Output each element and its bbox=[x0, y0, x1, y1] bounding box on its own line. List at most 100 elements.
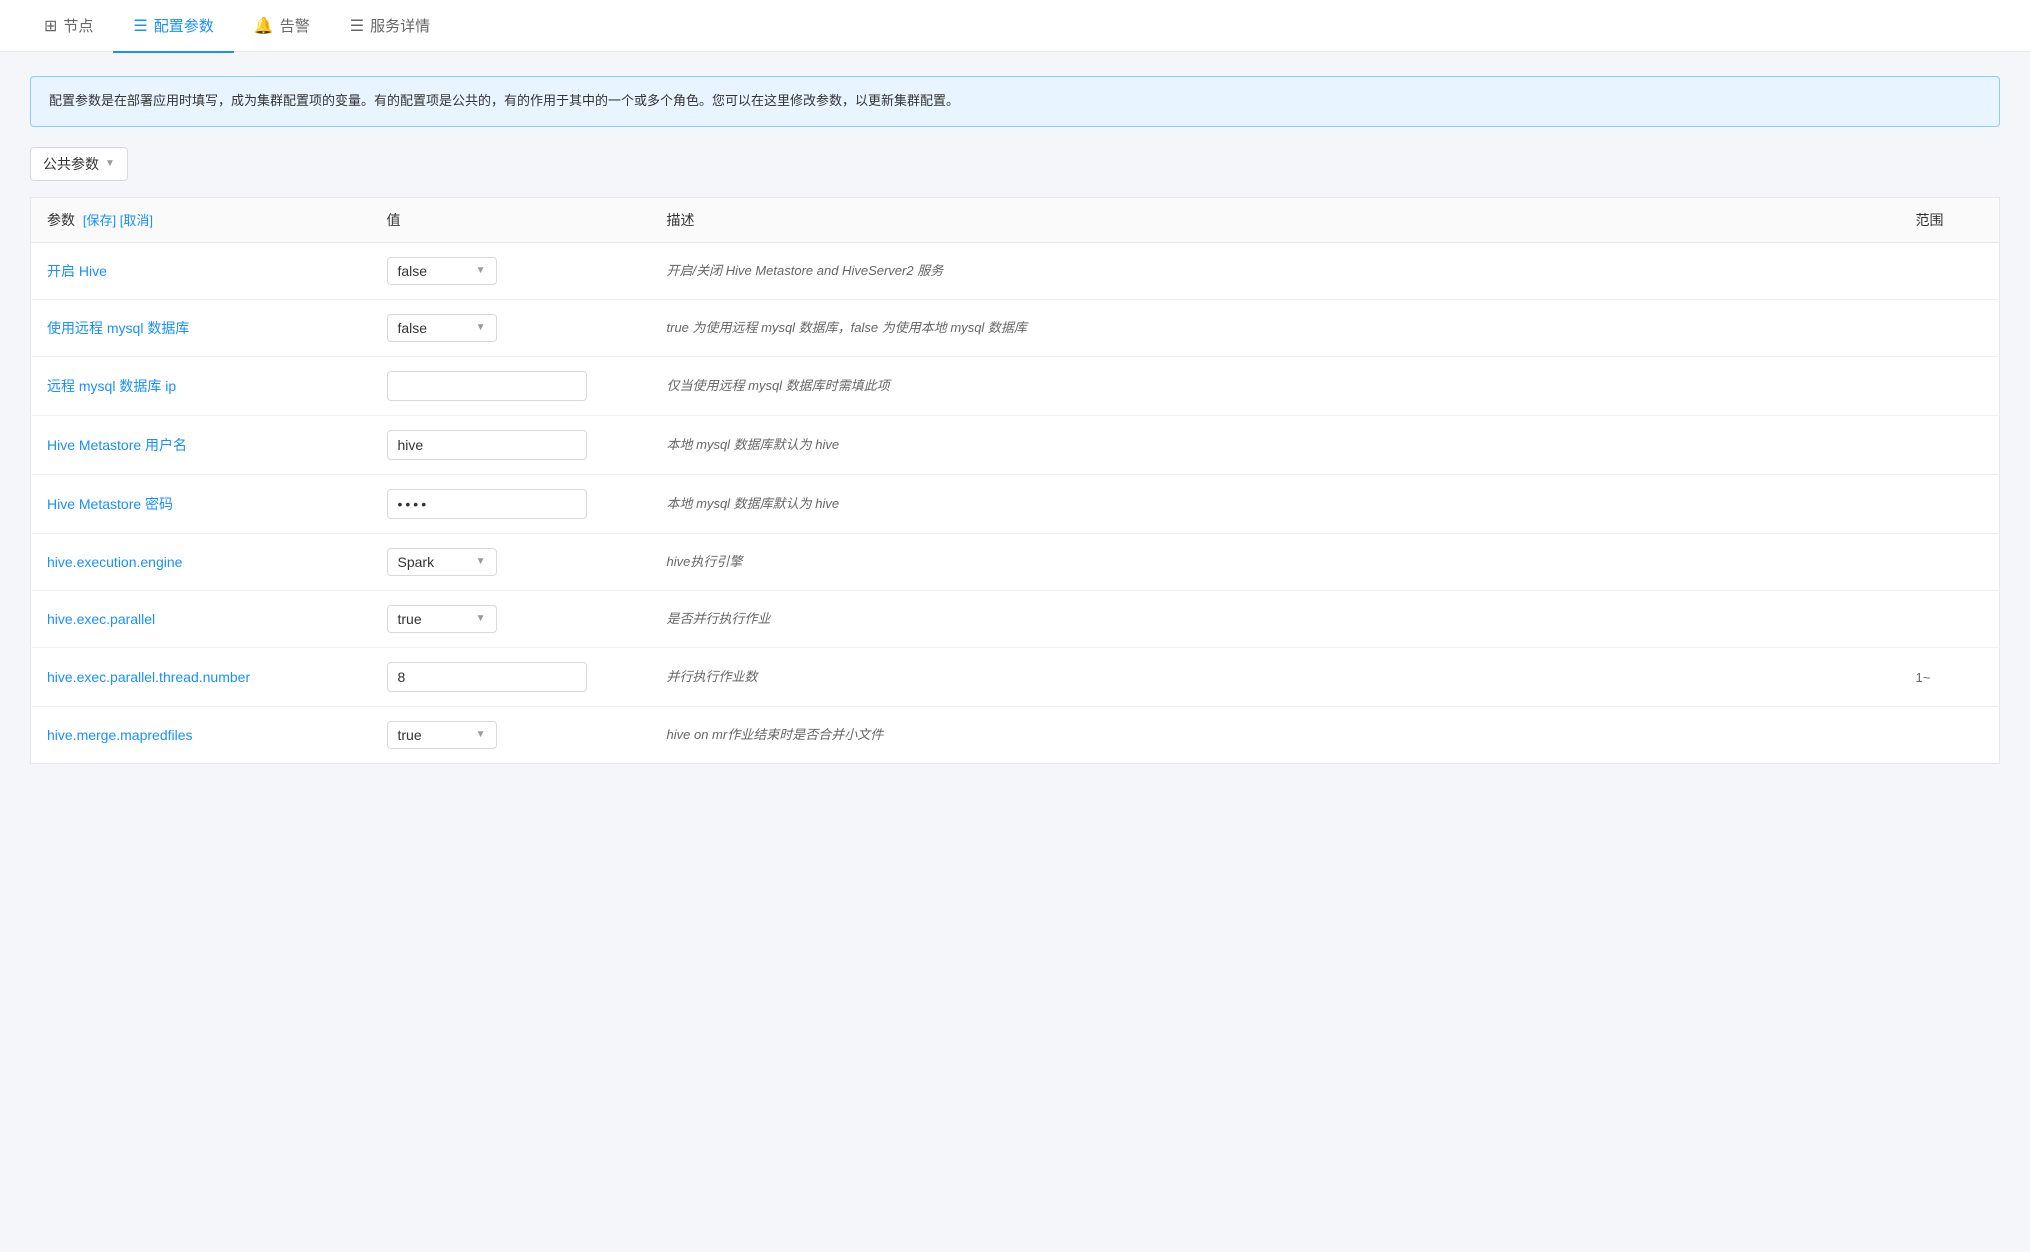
param-desc-cell: 本地 mysql 数据库默认为 hive bbox=[651, 415, 1900, 474]
param-desc: 并行执行作业数 bbox=[667, 669, 758, 684]
param-text-input[interactable] bbox=[387, 430, 587, 460]
select-arrow-icon: ▼ bbox=[476, 613, 486, 624]
param-name[interactable]: hive.exec.parallel.thread.number bbox=[47, 669, 250, 685]
param-name[interactable]: Hive Metastore 密码 bbox=[47, 496, 173, 512]
param-name-cell: 使用远程 mysql 数据库 bbox=[31, 299, 371, 356]
param-desc-cell: 仅当使用远程 mysql 数据库时需填此项 bbox=[651, 356, 1900, 415]
param-select[interactable]: false▼ bbox=[387, 314, 497, 342]
alert-icon: 🔔 bbox=[254, 16, 274, 36]
param-value-cell bbox=[371, 647, 651, 706]
table-row: Hive Metastore 用户名 本地 mysql 数据库默认为 hive bbox=[31, 415, 2000, 474]
param-range-cell bbox=[1900, 242, 2000, 299]
param-name-cell: hive.exec.parallel.thread.number bbox=[31, 647, 371, 706]
param-range-cell bbox=[1900, 474, 2000, 533]
param-value-cell: false▼ bbox=[371, 242, 651, 299]
param-name-cell: hive.execution.engine bbox=[31, 533, 371, 590]
public-params-dropdown[interactable]: 公共参数 ▼ bbox=[30, 147, 128, 181]
param-desc-cell: true 为使用远程 mysql 数据库，false 为使用本地 mysql 数… bbox=[651, 299, 1900, 356]
dropdown-arrow-icon: ▼ bbox=[105, 158, 115, 169]
param-desc: 本地 mysql 数据库默认为 hive bbox=[667, 496, 840, 511]
param-desc: 是否并行执行作业 bbox=[667, 611, 771, 626]
param-name[interactable]: 使用远程 mysql 数据库 bbox=[47, 320, 189, 336]
param-range-cell bbox=[1900, 415, 2000, 474]
table-row: hive.exec.parallel.thread.number 并行执行作业数 1… bbox=[31, 647, 2000, 706]
param-select[interactable]: true▼ bbox=[387, 605, 497, 633]
select-value: Spark bbox=[398, 554, 476, 570]
param-range-cell bbox=[1900, 706, 2000, 763]
param-range-cell bbox=[1900, 533, 2000, 590]
nav-label-config: 配置参数 bbox=[154, 15, 214, 36]
nodes-icon: ⊞ bbox=[44, 16, 57, 36]
nav-label-details: 服务详情 bbox=[370, 15, 430, 36]
save-action[interactable]: [保存] bbox=[83, 213, 116, 228]
param-range-cell bbox=[1900, 356, 2000, 415]
select-arrow-icon: ▼ bbox=[476, 265, 486, 276]
params-table: 参数 [保存] [取消] 值 描述 范围 开启 Hivefalse▼开启/关闭 … bbox=[30, 197, 2000, 764]
param-value-cell bbox=[371, 356, 651, 415]
main-content: 配置参数是在部署应用时填写，成为集群配置项的变量。有的配置项是公共的，有的作用于… bbox=[0, 52, 2030, 788]
info-box-text: 配置参数是在部署应用时填写，成为集群配置项的变量。有的配置项是公共的，有的作用于… bbox=[49, 93, 959, 108]
param-desc-cell: 是否并行执行作业 bbox=[651, 590, 1900, 647]
param-desc: 仅当使用远程 mysql 数据库时需填此项 bbox=[667, 378, 890, 393]
param-name[interactable]: hive.merge.mapredfiles bbox=[47, 727, 193, 743]
param-name-cell: Hive Metastore 密码 bbox=[31, 474, 371, 533]
param-name-cell: hive.exec.parallel bbox=[31, 590, 371, 647]
param-desc-cell: hive执行引擎 bbox=[651, 533, 1900, 590]
param-desc-cell: 开启/关闭 Hive Metastore and HiveServer2 服务 bbox=[651, 242, 1900, 299]
param-value-cell: Spark▼ bbox=[371, 533, 651, 590]
param-name-cell: 开启 Hive bbox=[31, 242, 371, 299]
param-name-cell: hive.merge.mapredfiles bbox=[31, 706, 371, 763]
param-password-input[interactable] bbox=[387, 489, 587, 519]
nav-item-nodes[interactable]: ⊞ 节点 bbox=[24, 1, 113, 53]
table-row: 开启 Hive false▼ 开启/关闭 Hive Metastore and Hi… bbox=[31, 242, 2000, 299]
table-row: 远程 mysql 数据库 ip 仅当使用远程 mysql 数据库时需填此项 bbox=[31, 356, 2000, 415]
param-value-cell bbox=[371, 474, 651, 533]
table-row: Hive Metastore 密码 本地 mysql 数据库默认为 hive bbox=[31, 474, 2000, 533]
th-save-cancel: [保存] [取消] bbox=[83, 213, 153, 228]
param-desc: true 为使用远程 mysql 数据库，false 为使用本地 mysql 数… bbox=[667, 320, 1027, 335]
table-row: hive.execution.engine Spark▼ hive执行引擎 bbox=[31, 533, 2000, 590]
top-navigation: ⊞ 节点 ☰ 配置参数 🔔 告警 ☰ 服务详情 bbox=[0, 0, 2030, 52]
select-value: true bbox=[398, 611, 476, 627]
param-range-cell bbox=[1900, 299, 2000, 356]
param-desc: hive on mr作业结束时是否合并小文件 bbox=[667, 727, 884, 742]
nav-item-details[interactable]: ☰ 服务详情 bbox=[330, 1, 450, 53]
select-value: false bbox=[398, 320, 476, 336]
param-select[interactable]: false▼ bbox=[387, 257, 497, 285]
public-params-label: 公共参数 bbox=[43, 154, 99, 174]
param-value-cell bbox=[371, 415, 651, 474]
nav-item-config[interactable]: ☰ 配置参数 bbox=[113, 1, 233, 53]
param-range: 1~ bbox=[1916, 670, 1931, 685]
th-range: 范围 bbox=[1900, 197, 2000, 242]
info-box: 配置参数是在部署应用时填写，成为集群配置项的变量。有的配置项是公共的，有的作用于… bbox=[30, 76, 2000, 127]
param-text-input[interactable] bbox=[387, 371, 587, 401]
th-param: 参数 [保存] [取消] bbox=[31, 197, 371, 242]
param-name[interactable]: 开启 Hive bbox=[47, 263, 107, 279]
param-desc: 开启/关闭 Hive Metastore and HiveServer2 服务 bbox=[667, 263, 944, 278]
param-select[interactable]: Spark▼ bbox=[387, 548, 497, 576]
nav-label-nodes: 节点 bbox=[63, 15, 93, 36]
table-row: 使用远程 mysql 数据库 false▼ true 为使用远程 mysql 数据库… bbox=[31, 299, 2000, 356]
param-desc-cell: hive on mr作业结束时是否合并小文件 bbox=[651, 706, 1900, 763]
param-value-cell: true▼ bbox=[371, 706, 651, 763]
param-range-cell bbox=[1900, 590, 2000, 647]
nav-item-alerts[interactable]: 🔔 告警 bbox=[234, 1, 330, 53]
param-name[interactable]: Hive Metastore 用户名 bbox=[47, 437, 187, 453]
param-desc: 本地 mysql 数据库默认为 hive bbox=[667, 437, 840, 452]
param-desc: hive执行引擎 bbox=[667, 554, 743, 569]
param-text-input[interactable] bbox=[387, 662, 587, 692]
param-name[interactable]: hive.execution.engine bbox=[47, 554, 182, 570]
param-select[interactable]: true▼ bbox=[387, 721, 497, 749]
table-header-row: 参数 [保存] [取消] 值 描述 范围 bbox=[31, 197, 2000, 242]
param-desc-cell: 本地 mysql 数据库默认为 hive bbox=[651, 474, 1900, 533]
cancel-action[interactable]: [取消] bbox=[120, 213, 153, 228]
param-range-cell: 1~ bbox=[1900, 647, 2000, 706]
select-arrow-icon: ▼ bbox=[476, 556, 486, 567]
th-desc: 描述 bbox=[651, 197, 1900, 242]
param-name[interactable]: hive.exec.parallel bbox=[47, 611, 155, 627]
param-name[interactable]: 远程 mysql 数据库 ip bbox=[47, 378, 176, 394]
param-value-cell: true▼ bbox=[371, 590, 651, 647]
select-arrow-icon: ▼ bbox=[476, 729, 486, 740]
table-row: hive.merge.mapredfiles true▼ hive on mr作业结… bbox=[31, 706, 2000, 763]
param-name-cell: Hive Metastore 用户名 bbox=[31, 415, 371, 474]
